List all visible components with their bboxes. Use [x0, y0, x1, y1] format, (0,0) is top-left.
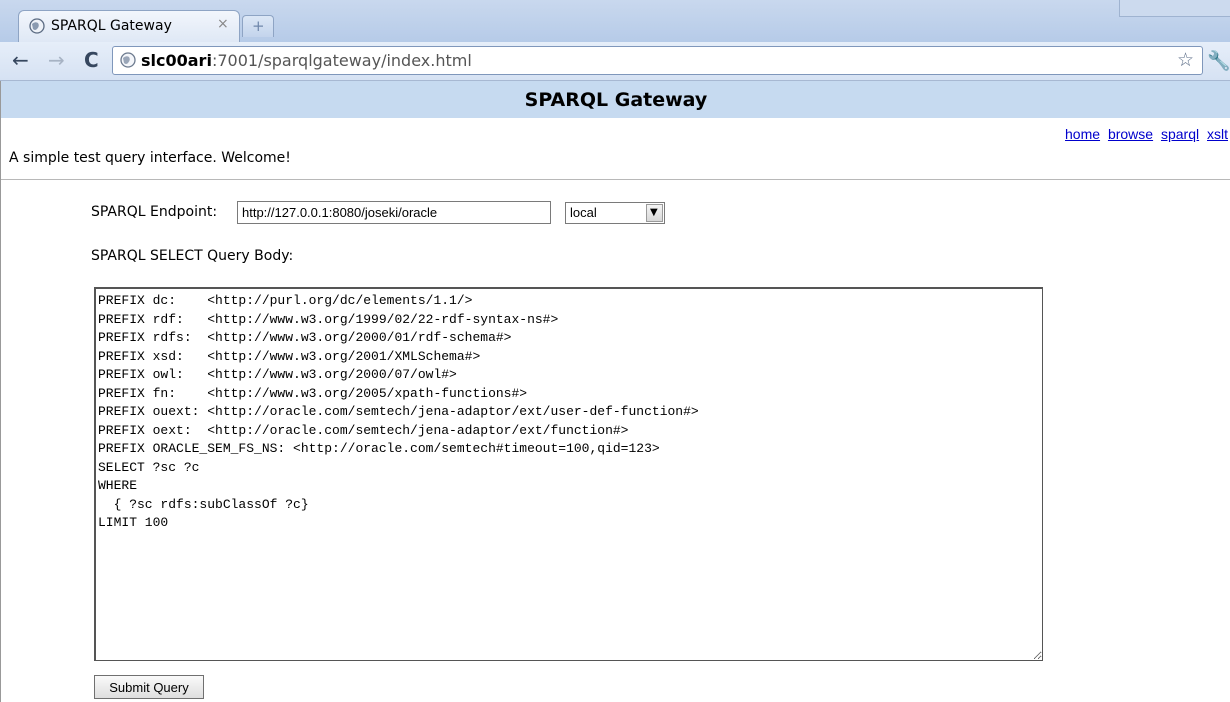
page-title: SPARQL Gateway [524, 89, 708, 111]
url-host: slc00ari [141, 51, 212, 70]
globe-icon [29, 18, 45, 34]
submit-query-button[interactable]: Submit Query [94, 675, 204, 699]
forward-arrow-icon[interactable]: → [48, 50, 65, 70]
query-textarea[interactable]: PREFIX dc: <http://purl.org/dc/elements/… [94, 287, 1043, 661]
url-path: :7001/sparqlgateway/index.html [211, 51, 472, 70]
page-banner: SPARQL Gateway [1, 81, 1230, 118]
endpoint-select-value: local [570, 205, 597, 220]
welcome-text: A simple test query interface. Welcome! [9, 150, 291, 166]
browser-tab[interactable]: SPARQL Gateway × [18, 10, 240, 42]
browser-toolbar: ← → C slc00ari:7001/sparqlgateway/index.… [0, 42, 1230, 81]
url-text: slc00ari:7001/sparqlgateway/index.html [141, 51, 472, 70]
dropdown-button[interactable]: ▼ [646, 204, 663, 222]
page-content: SPARQL Gateway home browse sparql xslt A… [0, 81, 1230, 702]
address-bar[interactable]: slc00ari:7001/sparqlgateway/index.html ☆ [112, 46, 1203, 75]
plus-icon: + [252, 17, 265, 35]
endpoint-select[interactable]: local ▼ [565, 202, 665, 224]
query-label: SPARQL SELECT Query Body: [91, 248, 294, 264]
endpoint-input[interactable] [237, 201, 551, 224]
tab-title: SPARQL Gateway [51, 18, 172, 34]
link-browse[interactable]: browse [1108, 126, 1153, 142]
link-home[interactable]: home [1065, 126, 1100, 142]
wrench-icon[interactable]: 🔧 [1207, 49, 1230, 72]
link-sparql[interactable]: sparql [1161, 126, 1199, 142]
back-arrow-icon[interactable]: ← [12, 50, 29, 70]
star-icon[interactable]: ☆ [1177, 49, 1194, 71]
nav-links: home browse sparql xslt [1061, 126, 1228, 142]
window-controls[interactable] [1119, 0, 1230, 17]
reload-icon[interactable]: C [84, 50, 99, 70]
divider [1, 179, 1230, 180]
tab-strip: SPARQL Gateway × + [0, 0, 1230, 42]
link-xslt[interactable]: xslt [1207, 126, 1228, 142]
chevron-down-icon: ▼ [650, 207, 658, 218]
close-icon[interactable]: × [217, 16, 229, 32]
endpoint-label: SPARQL Endpoint: [91, 204, 218, 220]
page-icon [120, 52, 136, 68]
new-tab-button[interactable]: + [242, 15, 274, 37]
